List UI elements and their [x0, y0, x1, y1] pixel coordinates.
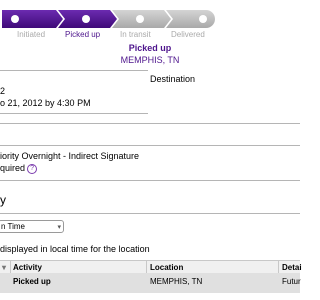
status-location: MEMPHIS, TN	[120, 55, 180, 65]
divider	[0, 123, 300, 124]
signature-text: quired	[0, 163, 26, 173]
progress-tracker	[2, 10, 215, 28]
table-row[interactable]: Picked up MEMPHIS, TN Futur	[0, 273, 301, 293]
help-icon[interactable]: ?	[27, 164, 38, 174]
progress-dot	[11, 15, 19, 23]
divider	[0, 213, 300, 214]
chevron-updown-icon: ▾	[57, 224, 61, 231]
progress-label-in-transit: In transit	[120, 30, 151, 39]
column-header-location[interactable]: Location	[150, 263, 183, 272]
row-details: Futur	[282, 277, 301, 286]
progress-step-delivered	[166, 10, 215, 28]
progress-dot	[199, 15, 207, 23]
progress-label-picked-up: Picked up	[65, 30, 101, 39]
progress-label-initiated: Initiated	[17, 30, 46, 39]
status-title: Picked up	[128, 43, 172, 53]
time-zone-select[interactable]: n Time ▾	[0, 220, 64, 233]
divider	[0, 180, 300, 181]
row-location: MEMPHIS, TN	[150, 277, 203, 286]
local-time-note: displayed in local time for the location	[0, 244, 150, 254]
tracking-value: 2	[0, 86, 6, 96]
sort-icon[interactable]: ▾	[2, 263, 6, 272]
destination-label: Destination	[150, 74, 196, 84]
progress-dot	[136, 15, 144, 23]
progress-dot	[82, 15, 90, 23]
progress-label-delivered: Delivered	[171, 30, 205, 39]
divider	[0, 113, 148, 114]
divider	[0, 70, 148, 71]
service-type: iority Overnight - Indirect Signature	[0, 151, 140, 161]
column-header-details[interactable]: Detai	[282, 263, 302, 272]
row-activity: Picked up	[13, 277, 51, 286]
divider	[0, 145, 300, 146]
signature-required: quired?	[0, 163, 38, 174]
column-header-activity[interactable]: Activity	[13, 263, 42, 272]
time-zone-select-value: n Time	[1, 222, 26, 231]
section-heading: y	[0, 193, 6, 207]
ship-date-value: o 21, 2012 by 4:30 PM	[0, 98, 91, 108]
